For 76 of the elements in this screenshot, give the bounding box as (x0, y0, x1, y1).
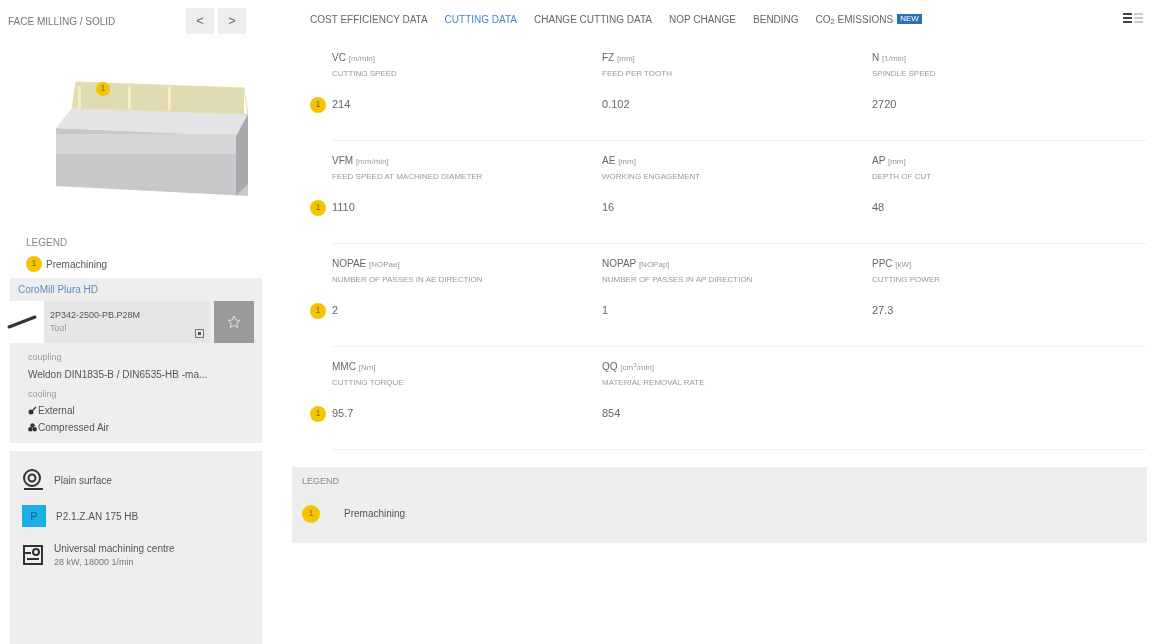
legend-title: LEGEND (26, 236, 69, 250)
view-toggle-icon[interactable] (1123, 12, 1143, 26)
parameter-name: AP [mm] (872, 153, 907, 168)
surface-label: Plain surface (54, 473, 112, 488)
parameter-value: 95.7 (332, 405, 355, 421)
machine-detail: 28 kW, 18000 1/min (54, 556, 135, 569)
new-badge: NEW (897, 14, 922, 24)
end-mill-icon (7, 315, 37, 329)
parameter-description: NUMBER OF PASSES IN AP DIRECTION (602, 273, 754, 286)
number-badge: 1 (310, 200, 326, 216)
parameter-value: 854 (602, 405, 622, 421)
parameter-name: VFM [mm/min] (332, 153, 390, 168)
coupling-label: coupling (28, 351, 63, 364)
parameter-value: 1110 (332, 199, 356, 215)
parameter-description: DEPTH OF CUT (872, 170, 933, 183)
parameter-description: CUTTING SPEED (332, 67, 398, 80)
parameter-value: 48 (872, 199, 886, 215)
parameter-description: CUTTING TORQUE (332, 376, 405, 389)
number-badge: 1 (96, 82, 110, 96)
parameter-name: PPC [kW] (872, 256, 913, 271)
cooling-label: cooling (28, 387, 58, 401)
number-badge: 1 (310, 97, 326, 113)
tab[interactable]: COST EFFICIENCY DATA (310, 11, 428, 27)
previous-button[interactable]: < (186, 8, 214, 34)
legend-title: LEGEND (302, 475, 340, 488)
parameter-description: SPINDLE SPEED (872, 67, 937, 80)
tab[interactable]: CO$_{2}$ EMISSIONS NEW (815, 11, 922, 27)
parameter-name: AE [mm] (602, 153, 637, 168)
parameter-value: 27.3 (872, 302, 895, 318)
machine-icon (22, 544, 44, 567)
parameter-description: FEED SPEED AT MACHINED DIAMETER (332, 170, 484, 183)
number-badge: 1 (310, 406, 326, 422)
parameter-description: NUMBER OF PASSES IN AE DIRECTION (332, 273, 484, 286)
parameter-value: 1 (602, 302, 610, 318)
surface-icon (22, 469, 44, 491)
material-badge: P (22, 505, 46, 527)
number-badge: 1 (302, 504, 320, 523)
parameter-description: FEED PER TOOTH (602, 67, 673, 80)
tab[interactable]: NOP CHANGE (669, 11, 737, 27)
cooling-option: External (38, 403, 75, 418)
star-button[interactable] (214, 301, 254, 343)
parameter-name: FZ [mm] (602, 50, 636, 65)
operation-title: FACE MILLING / SOLID (8, 14, 116, 29)
parameter-name: MMC [Nm] (332, 359, 377, 374)
parameter-name: N [1/min] (872, 50, 907, 65)
machine-label: Universal machining centre (54, 542, 175, 556)
parameter-name: QQ [cm$^{3}$/min] (602, 359, 655, 374)
number-badge: 1 (26, 256, 42, 272)
legend-label: Premachining (344, 507, 406, 521)
legend-label: Premachining (46, 257, 108, 272)
tool-type: Tool (50, 322, 67, 335)
parameter-name: NOPAP [NOPap] (602, 256, 671, 271)
parameter-name: NOPAE [NOPae] (332, 256, 401, 271)
tool-card[interactable]: 2P342-2500-PB.P28M Tool (44, 301, 210, 343)
tab[interactable]: CUTTING DATA (444, 11, 517, 27)
cooling-option: Compressed Air (38, 420, 110, 435)
tool-code: 2P342-2500-PB.P28M (50, 308, 141, 322)
star-icon (227, 315, 241, 329)
coupling-value: Weldon DIN1835-B / DIN6535-HB -ma... (28, 367, 209, 382)
tab[interactable]: CHANGE CUTTING DATA (534, 11, 652, 27)
parameter-description: CUTTING POWER (872, 273, 941, 286)
next-button[interactable]: > (218, 8, 246, 34)
parameter-value: 0.102 (602, 96, 631, 112)
nozzle-icon (28, 406, 37, 415)
parameter-name: VC [m/min] (332, 50, 376, 65)
number-badge: 1 (310, 303, 326, 319)
material-label: P2.1.Z.AN 175 HB (56, 509, 139, 524)
parameter-description: MATERIAL REMOVAL RATE (602, 376, 706, 389)
parameter-description: WORKING ENGAGEMENT (602, 170, 702, 183)
details-icon[interactable] (195, 329, 204, 338)
tab[interactable]: BENDING (753, 11, 799, 27)
parameter-value: 214 (332, 96, 352, 112)
parameter-value: 2720 (872, 96, 898, 112)
parameter-value: 2 (332, 302, 340, 318)
cloud-icon (28, 423, 37, 432)
parameter-value: 16 (602, 199, 616, 215)
